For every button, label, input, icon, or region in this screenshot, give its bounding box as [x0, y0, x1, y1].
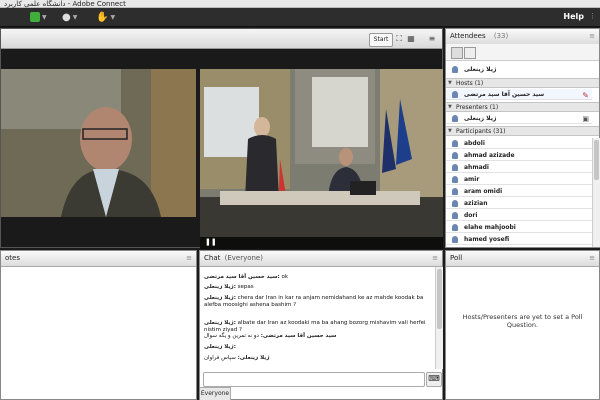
poll-title: Poll	[450, 254, 463, 262]
presenters-group-header[interactable]: Presenters (1)	[446, 102, 599, 112]
attendees-count: (33)	[493, 32, 509, 40]
chat-message: ژیلا زینعلی: sepas	[204, 284, 254, 290]
notes-title: otes	[5, 254, 20, 262]
user-icon	[452, 152, 458, 159]
notes-pod-header: otes ≡	[1, 251, 196, 267]
chat-message: ژیلا زینعلی: chera dar Iran in kar ra an…	[204, 295, 424, 308]
chat-message: ژیلا زینعلی: سپاس فراوان	[204, 355, 270, 361]
poll-empty-message: Hosts/Presenters are yet to set a Poll Q…	[462, 313, 583, 329]
video-feed-2-image	[200, 69, 443, 249]
hosts-group-header[interactable]: Hosts (1)	[446, 78, 599, 88]
video-controls-bar: ❚❚	[200, 237, 443, 249]
send-icon: ⌨	[428, 374, 440, 383]
user-icon	[452, 224, 458, 231]
view-toggle-icon[interactable]	[451, 47, 463, 59]
presenter-icon: ▣	[582, 115, 589, 123]
help-menu[interactable]: Help	[563, 12, 584, 21]
user-icon	[452, 176, 458, 183]
chevron-down-icon: ▼	[110, 13, 116, 21]
poll-pod: Poll ≡ Hosts/Presenters are yet to set a…	[445, 250, 600, 400]
chat-scrollbar[interactable]	[435, 267, 443, 369]
participant-row[interactable]: elahe mahjoobi	[446, 222, 592, 233]
user-icon	[452, 212, 458, 219]
pod-options-icon[interactable]: ≡	[589, 29, 595, 44]
poll-pod-header: Poll ≡	[446, 251, 599, 267]
microphone-icon: ●	[62, 11, 71, 23]
pod-options-icon[interactable]: ≡	[432, 251, 438, 266]
user-icon	[452, 200, 458, 207]
chat-pod-header: Chat (Everyone) ≡	[200, 251, 442, 267]
user-icon	[452, 140, 458, 147]
participant-row[interactable]: ahmadi	[446, 162, 592, 173]
chat-message: سید حسین آقا سید مرتضی: دو نه تمرین و یگ…	[204, 333, 337, 339]
pencil-icon: ✎	[582, 91, 589, 100]
list-view-icon[interactable]	[464, 47, 476, 59]
chat-message: ژیلا زینعلی: albate dar Iran az koodaki …	[204, 320, 426, 333]
pod-options-icon[interactable]: ≡	[186, 251, 192, 266]
filmstrip-icon[interactable]: ▦	[406, 33, 416, 44]
scrollbar-thumb[interactable]	[437, 269, 442, 329]
user-icon	[452, 188, 458, 195]
participant-row[interactable]: azizian	[446, 198, 592, 209]
speaker-menu-button[interactable]: ▼	[30, 10, 47, 24]
attendees-pod: Attendees (33) ≡ ژیلا زینعلی Hosts (1) س…	[445, 28, 600, 248]
pod-options-icon[interactable]: ≡	[589, 251, 595, 266]
video-pod: Start ⛶ ▦ ≡ ❚❚	[0, 28, 443, 249]
microphone-menu-button[interactable]: ● ▼	[62, 10, 77, 24]
participant-row[interactable]: amir	[446, 174, 592, 185]
participant-row[interactable]: abdoli	[446, 138, 592, 149]
user-icon	[452, 91, 458, 98]
video-feed-2[interactable]: ❚❚	[200, 69, 443, 249]
user-icon	[452, 115, 458, 122]
chat-tab-everyone[interactable]: Everyone	[200, 387, 231, 400]
chat-scope: (Everyone)	[224, 254, 263, 262]
start-webcam-button[interactable]: Start	[369, 33, 393, 47]
scrollbar-thumb[interactable]	[594, 140, 599, 180]
participant-row[interactable]: ahmad azizade	[446, 150, 592, 161]
chat-title: Chat	[204, 254, 221, 262]
participant-row[interactable]: aram omidi	[446, 186, 592, 197]
attendees-toolbar	[446, 44, 599, 61]
chat-pod: Chat (Everyone) ≡ سید حسین آقا سید مرتضی…	[199, 250, 443, 400]
host-row[interactable]: سید حسین آقا سید مرتضی ✎	[446, 89, 592, 100]
participant-row[interactable]: hamed yosefi	[446, 234, 592, 245]
raise-hand-icon: ✋	[96, 11, 109, 23]
video-feed-1[interactable]	[1, 69, 196, 217]
pod-options-icon[interactable]: ≡	[427, 33, 437, 44]
more-icon[interactable]: ⋮	[589, 12, 596, 20]
video-feed-1-image	[1, 69, 196, 217]
chat-message: سید حسین آقا سید مرتضی: ok	[204, 274, 289, 280]
user-icon	[452, 164, 458, 171]
attendees-title: Attendees	[450, 32, 486, 40]
chat-message: ژیلا زینعلی:	[204, 344, 236, 350]
participant-row[interactable]: dori	[446, 210, 592, 221]
notes-pod: otes ≡	[0, 250, 197, 400]
attendees-pod-header: Attendees (33) ≡	[446, 29, 599, 45]
speaker-icon	[30, 12, 40, 22]
user-icon	[452, 236, 458, 243]
chevron-down-icon: ▼	[42, 13, 47, 21]
presenter-row[interactable]: ژیلا زینعلی ▣	[446, 113, 592, 124]
menu-bar: ▼ ● ▼ ✋ ▼ Help ⋮	[0, 8, 600, 27]
send-message-button[interactable]: ⌨	[426, 372, 442, 387]
window-title-bar: دانشگاه علمی کاربرد - Adobe Connect	[0, 0, 600, 8]
fullscreen-icon[interactable]: ⛶	[394, 33, 404, 44]
chevron-down-icon: ▼	[72, 13, 78, 21]
raise-hand-menu-button[interactable]: ✋ ▼	[96, 10, 115, 24]
user-icon	[452, 66, 458, 73]
video-pod-header: Start ⛶ ▦ ≡	[1, 29, 442, 49]
pause-icon[interactable]: ❚❚	[205, 238, 217, 246]
participants-group-header[interactable]: Participants (31)	[446, 126, 599, 136]
attendees-scrollbar[interactable]	[592, 138, 600, 247]
chat-input[interactable]	[203, 372, 425, 387]
window-title: دانشگاه علمی کاربرد - Adobe Connect	[4, 0, 126, 8]
current-user-row: ژیلا زینعلی	[446, 64, 599, 76]
